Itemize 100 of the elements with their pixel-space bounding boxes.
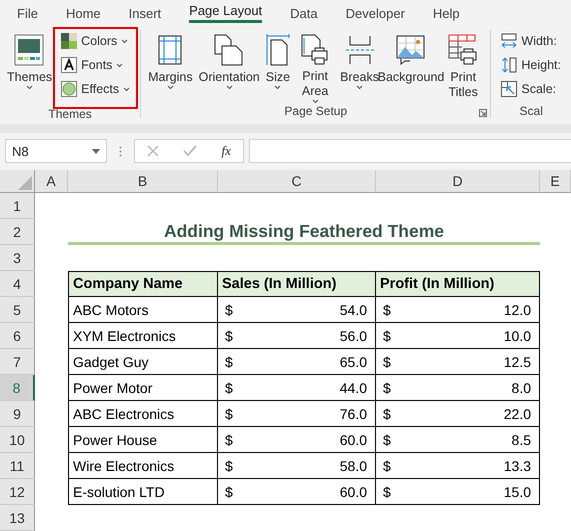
cell-reference: N8 — [12, 144, 29, 158]
table-cell: Power House — [68, 427, 218, 453]
table-cell: E-solution LTD — [68, 479, 218, 505]
ribbon-tab[interactable]: Developer — [346, 0, 405, 26]
amount-value: 65.0 — [340, 354, 367, 370]
amount-value: 15.0 — [504, 484, 531, 500]
printer-page-icon — [301, 34, 330, 66]
ribbon-tab[interactable]: Help — [432, 0, 460, 26]
ribbon-tab[interactable]: File — [17, 0, 38, 26]
row-header[interactable]: 5 — [0, 297, 35, 323]
currency-symbol: $ — [225, 380, 233, 396]
ribbon-button[interactable]: Margins — [145, 30, 196, 104]
ribbon-button[interactable]: Height: — [499, 55, 563, 75]
currency-symbol: $ — [383, 380, 391, 396]
dropdown-icon — [92, 148, 100, 154]
currency-symbol: $ — [225, 484, 233, 500]
currency-symbol: $ — [383, 458, 391, 474]
sheet-title: Adding Missing Feathered Theme — [68, 219, 540, 245]
page-size-icon — [266, 34, 290, 66]
dialog-launcher-icon[interactable] — [479, 109, 488, 117]
table-cell: XYM Electronics — [68, 323, 218, 349]
amount-value: 8.0 — [512, 380, 531, 396]
insert-function-button[interactable]: fx — [222, 143, 231, 159]
ribbon-button[interactable]: Colors — [59, 31, 132, 51]
amount-value: 44.0 — [340, 380, 367, 396]
currency-symbol: $ — [383, 302, 391, 318]
table-cell: ABC Motors — [68, 297, 218, 323]
enter-check-icon[interactable] — [183, 145, 198, 157]
table-cell: Gadget Guy — [68, 349, 218, 375]
color-palette-icon — [61, 33, 78, 49]
ribbon-button[interactable]: Width: — [499, 31, 563, 51]
ribbon-button[interactable]: Size — [262, 30, 294, 104]
row-header[interactable]: 9 — [0, 401, 35, 427]
amount-value: 60.0 — [340, 484, 367, 500]
row-header[interactable]: 3 — [0, 245, 35, 271]
print-titles-icon — [448, 34, 478, 66]
group-label: Themes — [48, 107, 92, 121]
amount-value: 76.0 — [340, 406, 367, 422]
table-header-cell: Company Name — [68, 271, 218, 297]
column-header[interactable]: B — [68, 170, 218, 193]
amount-value: 12.5 — [504, 354, 531, 370]
grip-dots-icon — [119, 146, 122, 156]
row-header[interactable]: 11 — [0, 453, 35, 479]
amount-value: 10.0 — [504, 328, 531, 344]
margins-icon — [158, 35, 182, 65]
group-label: Page Setup — [284, 104, 348, 118]
name-box[interactable]: N8 — [5, 139, 107, 163]
ribbon-tab[interactable]: Data — [290, 0, 318, 26]
column-header[interactable]: C — [218, 170, 376, 193]
currency-symbol: $ — [383, 328, 391, 344]
row-header[interactable]: 2 — [0, 219, 35, 245]
width-arrows-icon — [501, 33, 518, 49]
row-header[interactable]: 8 — [0, 375, 35, 401]
row-header[interactable]: 7 — [0, 349, 35, 375]
column-header[interactable]: A — [35, 170, 68, 193]
currency-symbol: $ — [225, 458, 233, 474]
table-cell: ABC Electronics — [68, 401, 218, 427]
ribbon-tab[interactable]: Insert — [128, 0, 162, 26]
effects-circle-icon — [61, 81, 78, 97]
formula-input[interactable] — [249, 139, 571, 163]
table-cell: Power Motor — [68, 375, 218, 401]
ribbon-button[interactable]: Orientation — [196, 30, 263, 104]
corner-triangle-icon — [18, 176, 32, 190]
amount-value: 8.5 — [512, 432, 531, 448]
ribbon-tab[interactable]: Page Layout — [189, 0, 262, 23]
row-header[interactable]: 4 — [0, 271, 35, 297]
column-header[interactable]: E — [540, 170, 571, 193]
row-header[interactable]: 13 — [0, 505, 35, 531]
ribbon-button[interactable]: Themes — [4, 30, 56, 104]
font-icon — [61, 57, 78, 73]
amount-value: 13.3 — [504, 458, 531, 474]
currency-symbol: $ — [225, 328, 233, 344]
select-all-button[interactable] — [0, 170, 35, 193]
ribbon-button[interactable]: Effects — [59, 79, 132, 99]
currency-symbol: $ — [383, 432, 391, 448]
currency-symbol: $ — [383, 484, 391, 500]
landscape-image-icon — [396, 35, 426, 65]
amount-value: 60.0 — [340, 432, 367, 448]
ribbon-button[interactable]: Scale: — [499, 79, 563, 99]
amount-value: 22.0 — [504, 406, 531, 422]
currency-symbol: $ — [383, 354, 391, 370]
currency-symbol: $ — [383, 406, 391, 422]
currency-symbol: $ — [225, 302, 233, 318]
table-header-cell: Profit (In Million) — [376, 271, 540, 297]
ribbon-button[interactable]: Print Area — [293, 30, 338, 104]
page-break-icon — [344, 35, 375, 65]
height-arrows-icon — [501, 57, 518, 73]
column-header[interactable]: D — [376, 170, 540, 193]
table-header-cell: Sales (In Million) — [218, 271, 376, 297]
row-header[interactable]: 12 — [0, 479, 35, 505]
ribbon-button[interactable]: Fonts — [59, 55, 132, 75]
row-header[interactable]: 6 — [0, 323, 35, 349]
row-header[interactable]: 10 — [0, 427, 35, 453]
ribbon-tab[interactable]: Home — [66, 0, 101, 26]
amount-value: 56.0 — [340, 328, 367, 344]
row-header[interactable]: 1 — [0, 193, 35, 219]
currency-symbol: $ — [225, 432, 233, 448]
orientation-icon — [214, 34, 244, 66]
cancel-icon[interactable] — [147, 145, 160, 157]
amount-value: 54.0 — [340, 302, 367, 318]
